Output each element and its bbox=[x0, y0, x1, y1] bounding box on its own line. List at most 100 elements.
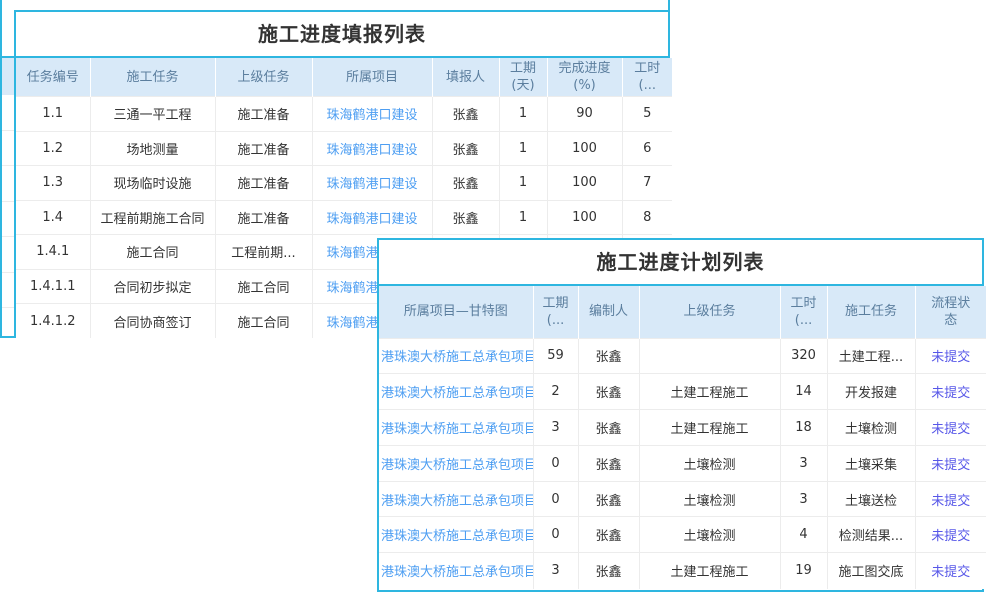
project-link[interactable]: 港珠澳大桥施工总承包项目 bbox=[381, 422, 533, 437]
status-link[interactable]: 未提交 bbox=[931, 458, 970, 473]
cell-reporter: 张鑫 bbox=[432, 200, 499, 235]
cell-project: 港珠澳大桥施工总承包项目 bbox=[379, 517, 533, 553]
cell-creator: 张鑫 bbox=[578, 517, 639, 553]
column-header-task: 施工任务 bbox=[90, 58, 215, 97]
column-header-duration: 工期 (天) bbox=[499, 58, 547, 97]
status-link[interactable]: 未提交 bbox=[931, 529, 970, 544]
cell-parent: 土壤检测 bbox=[639, 517, 780, 553]
cell-task: 土壤检测 bbox=[827, 410, 915, 446]
cell-project: 港珠澳大桥施工总承包项目 bbox=[379, 481, 533, 517]
cell-task: 施工图交底 bbox=[827, 553, 915, 589]
cell-status: 未提交 bbox=[915, 553, 986, 589]
cell-id: 1.4 bbox=[16, 200, 90, 235]
status-link[interactable]: 未提交 bbox=[931, 565, 970, 580]
cell-project: 珠海鹤港口建设 bbox=[312, 97, 432, 132]
project-link[interactable]: 珠海鹤港口建设 bbox=[326, 177, 417, 192]
status-link[interactable]: 未提交 bbox=[931, 422, 970, 437]
column-header-task: 施工任务 bbox=[827, 286, 915, 338]
cell-parent: 施工准备 bbox=[215, 131, 312, 166]
cell-project: 珠海鹤港口建设 bbox=[312, 166, 432, 201]
cell-parent: 土建工程施工 bbox=[639, 553, 780, 589]
cell-hours: 7 bbox=[622, 166, 672, 201]
column-header-parent: 上级任务 bbox=[215, 58, 312, 97]
cell-hours: 8 bbox=[622, 200, 672, 235]
cell-parent: 施工合同 bbox=[215, 269, 312, 304]
cell-task: 检测结果... bbox=[827, 517, 915, 553]
project-link[interactable]: 珠海鹤港口建设 bbox=[326, 108, 417, 123]
cell-progress: 100 bbox=[547, 166, 622, 201]
cell-status: 未提交 bbox=[915, 374, 986, 410]
cell-parent: 土建工程施工 bbox=[639, 410, 780, 446]
column-header-progress: 完成进度 (%) bbox=[547, 58, 622, 97]
cell-status: 未提交 bbox=[915, 410, 986, 446]
project-link[interactable]: 港珠澳大桥施工总承包项目 bbox=[381, 350, 533, 365]
cell-hours: 3 bbox=[780, 445, 827, 481]
column-header-hours: 工时 (... bbox=[622, 58, 672, 97]
status-link[interactable]: 未提交 bbox=[931, 494, 970, 509]
cell-project: 港珠澳大桥施工总承包项目 bbox=[379, 338, 533, 374]
cell-hours: 320 bbox=[780, 338, 827, 374]
cell-task: 合同协商签订 bbox=[90, 304, 215, 339]
cell-id: 1.4.1.2 bbox=[16, 304, 90, 339]
project-link[interactable]: 珠海鹤港口建设 bbox=[326, 212, 417, 227]
column-header-project: 所属项目—甘特图 bbox=[379, 286, 533, 338]
cell-hours: 5 bbox=[622, 97, 672, 132]
status-link[interactable]: 未提交 bbox=[931, 386, 970, 401]
table-row: 1.4工程前期施工合同施工准备珠海鹤港口建设张鑫11008 bbox=[16, 200, 672, 235]
table-row: 港珠澳大桥施工总承包项目59张鑫320土建工程...未提交 bbox=[379, 338, 986, 374]
progress-plan-table-body: 港珠澳大桥施工总承包项目59张鑫320土建工程...未提交港珠澳大桥施工总承包项… bbox=[379, 338, 986, 589]
cell-creator: 张鑫 bbox=[578, 445, 639, 481]
column-header-status: 流程状 态 bbox=[915, 286, 986, 338]
cell-task: 土建工程... bbox=[827, 338, 915, 374]
cell-duration: 1 bbox=[499, 97, 547, 132]
column-header-parent: 上级任务 bbox=[639, 286, 780, 338]
project-link[interactable]: 港珠澳大桥施工总承包项目 bbox=[381, 529, 533, 544]
cell-hours: 19 bbox=[780, 553, 827, 589]
cell-project: 珠海鹤港口建设 bbox=[312, 200, 432, 235]
cell-progress: 100 bbox=[547, 131, 622, 166]
project-link[interactable]: 港珠澳大桥施工总承包项目 bbox=[381, 494, 533, 509]
progress-plan-table-header: 所属项目—甘特图工期 (...编制人上级任务工时 (...施工任务流程状 态 bbox=[379, 286, 986, 338]
project-link[interactable]: 港珠澳大桥施工总承包项目 bbox=[381, 386, 533, 401]
project-link[interactable]: 港珠澳大桥施工总承包项目 bbox=[381, 565, 533, 580]
cell-duration: 1 bbox=[499, 200, 547, 235]
cell-parent: 施工准备 bbox=[215, 200, 312, 235]
column-header-project: 所属项目 bbox=[312, 58, 432, 97]
cell-task: 开发报建 bbox=[827, 374, 915, 410]
progress-plan-title: 施工进度计划列表 bbox=[379, 240, 982, 286]
cell-task: 土壤送检 bbox=[827, 481, 915, 517]
status-link[interactable]: 未提交 bbox=[931, 350, 970, 365]
column-header-id: 任务编号 bbox=[16, 58, 90, 97]
cell-parent: 土壤检测 bbox=[639, 445, 780, 481]
table-row: 1.1三通一平工程施工准备珠海鹤港口建设张鑫1905 bbox=[16, 97, 672, 132]
project-link[interactable]: 港珠澳大桥施工总承包项目 bbox=[381, 458, 533, 473]
cell-task: 工程前期施工合同 bbox=[90, 200, 215, 235]
table-row: 1.3现场临时设施施工准备珠海鹤港口建设张鑫11007 bbox=[16, 166, 672, 201]
cell-creator: 张鑫 bbox=[578, 410, 639, 446]
table-row: 港珠澳大桥施工总承包项目0张鑫土壤检测3土壤送检未提交 bbox=[379, 481, 986, 517]
cell-hours: 4 bbox=[780, 517, 827, 553]
column-header-hours: 工时 (... bbox=[780, 286, 827, 338]
cell-duration: 3 bbox=[533, 553, 578, 589]
cell-hours: 18 bbox=[780, 410, 827, 446]
progress-plan-window: 施工进度计划列表 所属项目—甘特图工期 (...编制人上级任务工时 (...施工… bbox=[377, 238, 984, 592]
column-header-reporter: 填报人 bbox=[432, 58, 499, 97]
project-link[interactable]: 珠海鹤港口建设 bbox=[326, 143, 417, 158]
cell-duration: 1 bbox=[499, 131, 547, 166]
cell-progress: 100 bbox=[547, 200, 622, 235]
cell-task: 三通一平工程 bbox=[90, 97, 215, 132]
cell-progress: 90 bbox=[547, 97, 622, 132]
cell-status: 未提交 bbox=[915, 517, 986, 553]
cell-task: 合同初步拟定 bbox=[90, 269, 215, 304]
cell-duration: 1 bbox=[499, 166, 547, 201]
header-row: 所属项目—甘特图工期 (...编制人上级任务工时 (...施工任务流程状 态 bbox=[379, 286, 986, 338]
header-row: 任务编号施工任务上级任务所属项目填报人工期 (天)完成进度 (%)工时 (... bbox=[16, 58, 672, 97]
cell-project: 珠海鹤港口建设 bbox=[312, 131, 432, 166]
cell-creator: 张鑫 bbox=[578, 374, 639, 410]
cell-project: 港珠澳大桥施工总承包项目 bbox=[379, 374, 533, 410]
cell-creator: 张鑫 bbox=[578, 481, 639, 517]
cell-duration: 0 bbox=[533, 481, 578, 517]
cell-status: 未提交 bbox=[915, 445, 986, 481]
cell-task: 场地测量 bbox=[90, 131, 215, 166]
cell-parent: 土建工程施工 bbox=[639, 374, 780, 410]
